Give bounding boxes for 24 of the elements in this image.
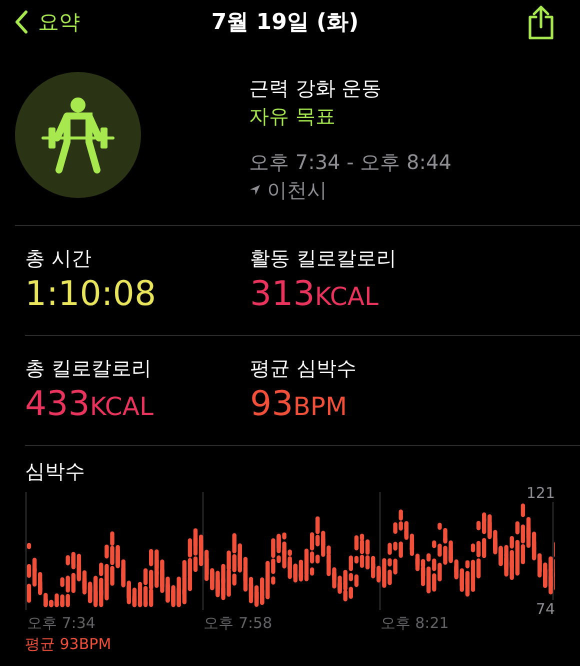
stat-label: 활동 킬로칼로리 <box>250 245 398 272</box>
time-axis-label: 오후 8:21 <box>379 614 450 632</box>
location-arrow-icon <box>249 184 261 196</box>
stat-label: 총 킬로칼로리 <box>25 355 152 382</box>
share-icon[interactable] <box>526 4 556 40</box>
back-button[interactable]: 요약 <box>14 8 124 36</box>
stat-value: 93BPM <box>250 383 348 426</box>
time-axis-label: 오후 7:34 <box>26 614 96 632</box>
stat-label: 평균 심박수 <box>250 355 358 382</box>
chevron-left-icon <box>14 10 28 34</box>
time-axis-label: 오후 7:58 <box>202 614 274 632</box>
stat-value: 313KCAL <box>250 273 380 316</box>
average-heart-rate: 평균 93BPM <box>25 634 112 654</box>
date-title: 7월 19일 (화) <box>211 9 359 37</box>
workout-goal: 자유 목표 <box>249 103 336 130</box>
stat-value: 433KCAL <box>25 383 154 426</box>
stat-label: 총 시간 <box>25 245 92 272</box>
workout-name: 근력 강화 운동 <box>249 75 383 102</box>
axis-max-label: 121 <box>526 484 555 502</box>
chart-title: 심박수 <box>25 458 86 485</box>
stat-value: 1:10:08 <box>25 273 158 316</box>
location-text: 이천시 <box>267 177 327 204</box>
weightlifter-icon <box>15 72 141 198</box>
time-range: 오후 7:34 - 오후 8:44 <box>249 149 452 176</box>
